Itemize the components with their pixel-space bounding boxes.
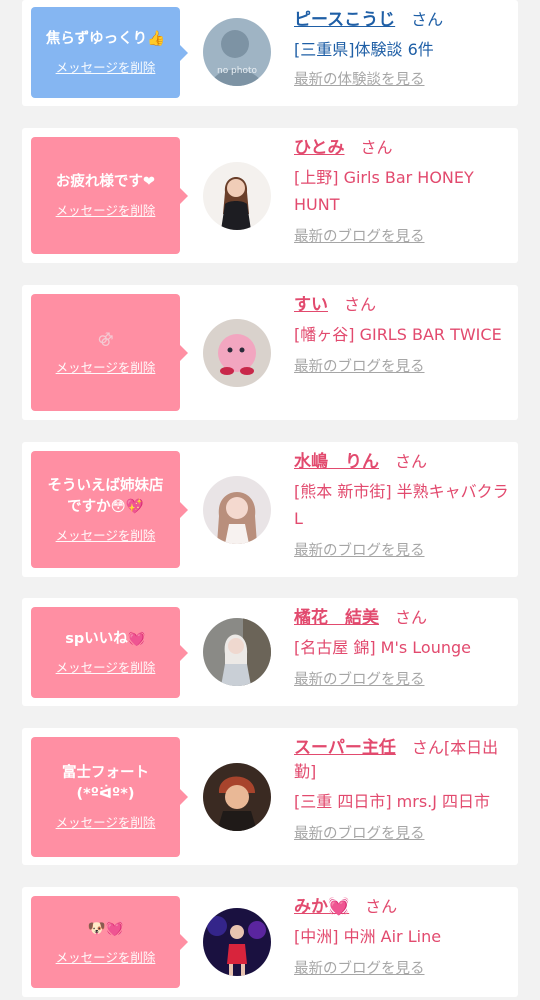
message-text: お疲れ様です❤ bbox=[55, 174, 156, 190]
message-bubble: spいいね💓 メッセージを削除 bbox=[31, 607, 188, 698]
user-info: 橘花 結美 さん [名古屋 錦] M's Lounge 最新のブログを見る bbox=[294, 606, 514, 691]
user-info: ピースこうじ さん [三重県]体験談 6件 最新の体験談を見る bbox=[294, 8, 514, 91]
delete-message-link[interactable]: メッセージを削除 bbox=[56, 57, 156, 76]
shop-info: [中洲] 中洲 Air Line bbox=[294, 927, 442, 946]
avatar-caption: no photo bbox=[217, 66, 258, 76]
name-line: すい さん bbox=[294, 293, 514, 317]
name-line: ひとみ さん bbox=[294, 136, 514, 160]
delete-message-link[interactable]: メッセージを削除 bbox=[56, 812, 156, 831]
message-card: spいいね💓 メッセージを削除 橘花 結美 さん [名古屋 錦] M's Loun… bbox=[22, 598, 518, 706]
user-info: 水嶋 りん さん [熊本 新市街] 半熟キャバクラ L 最新のブログを見る bbox=[294, 450, 514, 562]
message-card: 焦らずゆっくり👍 メッセージを削除 no photo ピースこうじ さん [三重県… bbox=[22, 0, 518, 106]
message-card: ⚣ メッセージを削除 すい さん [幡ヶ谷] GIRLS BAR TWICE 最新… bbox=[22, 285, 518, 420]
message-bubble: 富士フォート(*ºᐛº*) メッセージを削除 bbox=[31, 737, 188, 857]
user-name-link[interactable]: 橘花 結美 bbox=[294, 608, 379, 628]
message-card: 🐶💓 メッセージを削除 みか💓 さん [中洲] 中洲 Air Line 最新のブロ… bbox=[22, 887, 518, 997]
user-name-link[interactable]: みか💓 bbox=[294, 897, 349, 917]
name-line: みか💓 さん bbox=[294, 895, 514, 919]
message-text: そういえば姉妹店ですか😳💖 bbox=[47, 477, 164, 515]
name-line: ピースこうじ さん bbox=[294, 8, 514, 32]
woman-photo-avatar[interactable] bbox=[203, 476, 271, 544]
delete-message-link[interactable]: メッセージを削除 bbox=[56, 947, 156, 966]
woman-photo-avatar[interactable] bbox=[203, 908, 271, 976]
delete-message-link[interactable]: メッセージを削除 bbox=[56, 525, 156, 544]
message-bubble: お疲れ様です❤ メッセージを削除 bbox=[31, 137, 188, 254]
message-text: 焦らずゆっくり👍 bbox=[45, 31, 166, 47]
no-photo-avatar[interactable]: no photo bbox=[203, 18, 271, 86]
honorific: さん bbox=[365, 897, 398, 916]
user-info: スーパー主任 さん[本日出勤] [三重 四日市] mrs.J 四日市 最新のブログ… bbox=[294, 736, 514, 845]
user-name-link[interactable]: 水嶋 りん bbox=[294, 452, 379, 472]
honorific: さん bbox=[395, 608, 428, 627]
message-bubble: ⚣ メッセージを削除 bbox=[31, 294, 188, 411]
user-info: みか💓 さん [中洲] 中洲 Air Line 最新のブログを見る bbox=[294, 895, 514, 980]
message-card: そういえば姉妹店ですか😳💖 メッセージを削除 水嶋 りん さん [熊本 新市街] … bbox=[22, 442, 518, 577]
message-card: 富士フォート(*ºᐛº*) メッセージを削除 スーパー主任 さん[本日出勤] [三… bbox=[22, 728, 518, 865]
shop-info: [三重 四日市] mrs.J 四日市 bbox=[294, 792, 491, 811]
honorific: さん bbox=[411, 10, 444, 29]
message-card: お疲れ様です❤ メッセージを削除 ひとみ さん [上野] Girls Bar HO… bbox=[22, 128, 518, 263]
man-photo-avatar[interactable] bbox=[203, 763, 271, 831]
shop-info: [幡ヶ谷] GIRLS BAR TWICE bbox=[294, 325, 502, 344]
latest-blog-link[interactable]: 最新のブログを見る bbox=[294, 669, 514, 691]
message-bubble: 焦らずゆっくり👍 メッセージを削除 bbox=[31, 7, 188, 98]
user-name-link[interactable]: すい bbox=[294, 295, 328, 315]
name-line: スーパー主任 さん[本日出勤] bbox=[294, 736, 514, 784]
latest-blog-link[interactable]: 最新のブログを見る bbox=[294, 540, 514, 562]
latest-blog-link[interactable]: 最新のブログを見る bbox=[294, 356, 514, 378]
woman-photo-avatar[interactable] bbox=[203, 618, 271, 686]
shop-info: [三重県]体験談 6件 bbox=[294, 40, 434, 59]
message-bubble: そういえば姉妹店ですか😳💖 メッセージを削除 bbox=[31, 451, 188, 568]
delete-message-link[interactable]: メッセージを削除 bbox=[56, 200, 156, 219]
message-text: 🐶💓 bbox=[87, 920, 124, 937]
latest-blog-link[interactable]: 最新のブログを見る bbox=[294, 823, 514, 845]
latest-review-link[interactable]: 最新の体験談を見る bbox=[294, 69, 514, 91]
message-text: 富士フォート(*ºᐛº*) bbox=[62, 765, 149, 802]
honorific: さん bbox=[344, 295, 377, 314]
honorific: さん bbox=[395, 452, 428, 471]
user-name-link[interactable]: ひとみ bbox=[294, 138, 345, 158]
message-list: 焦らずゆっくり👍 メッセージを削除 no photo ピースこうじ さん [三重県… bbox=[0, 0, 540, 1000]
honorific: さん bbox=[360, 138, 393, 157]
latest-blog-link[interactable]: 最新のブログを見る bbox=[294, 958, 514, 980]
message-text: spいいね💓 bbox=[65, 631, 146, 647]
user-info: ひとみ さん [上野] Girls Bar HONEY HUNT 最新のブログを見… bbox=[294, 136, 514, 248]
message-text: ⚣ bbox=[97, 331, 114, 347]
name-line: 水嶋 りん さん bbox=[294, 450, 514, 474]
plush-photo-avatar[interactable] bbox=[203, 319, 271, 387]
name-line: 橘花 結美 さん bbox=[294, 606, 514, 630]
woman-photo-avatar[interactable] bbox=[203, 162, 271, 230]
user-info: すい さん [幡ヶ谷] GIRLS BAR TWICE 最新のブログを見る bbox=[294, 293, 514, 378]
delete-message-link[interactable]: メッセージを削除 bbox=[56, 657, 156, 676]
user-name-link[interactable]: ピースこうじ bbox=[294, 10, 395, 30]
shop-info: [名古屋 錦] M's Lounge bbox=[294, 638, 471, 657]
shop-info: [熊本 新市街] 半熟キャバクラ L bbox=[294, 482, 509, 528]
message-bubble: 🐶💓 メッセージを削除 bbox=[31, 896, 188, 988]
user-name-link[interactable]: スーパー主任 bbox=[294, 738, 396, 758]
shop-info: [上野] Girls Bar HONEY HUNT bbox=[294, 168, 474, 214]
delete-message-link[interactable]: メッセージを削除 bbox=[56, 357, 156, 376]
latest-blog-link[interactable]: 最新のブログを見る bbox=[294, 226, 514, 248]
